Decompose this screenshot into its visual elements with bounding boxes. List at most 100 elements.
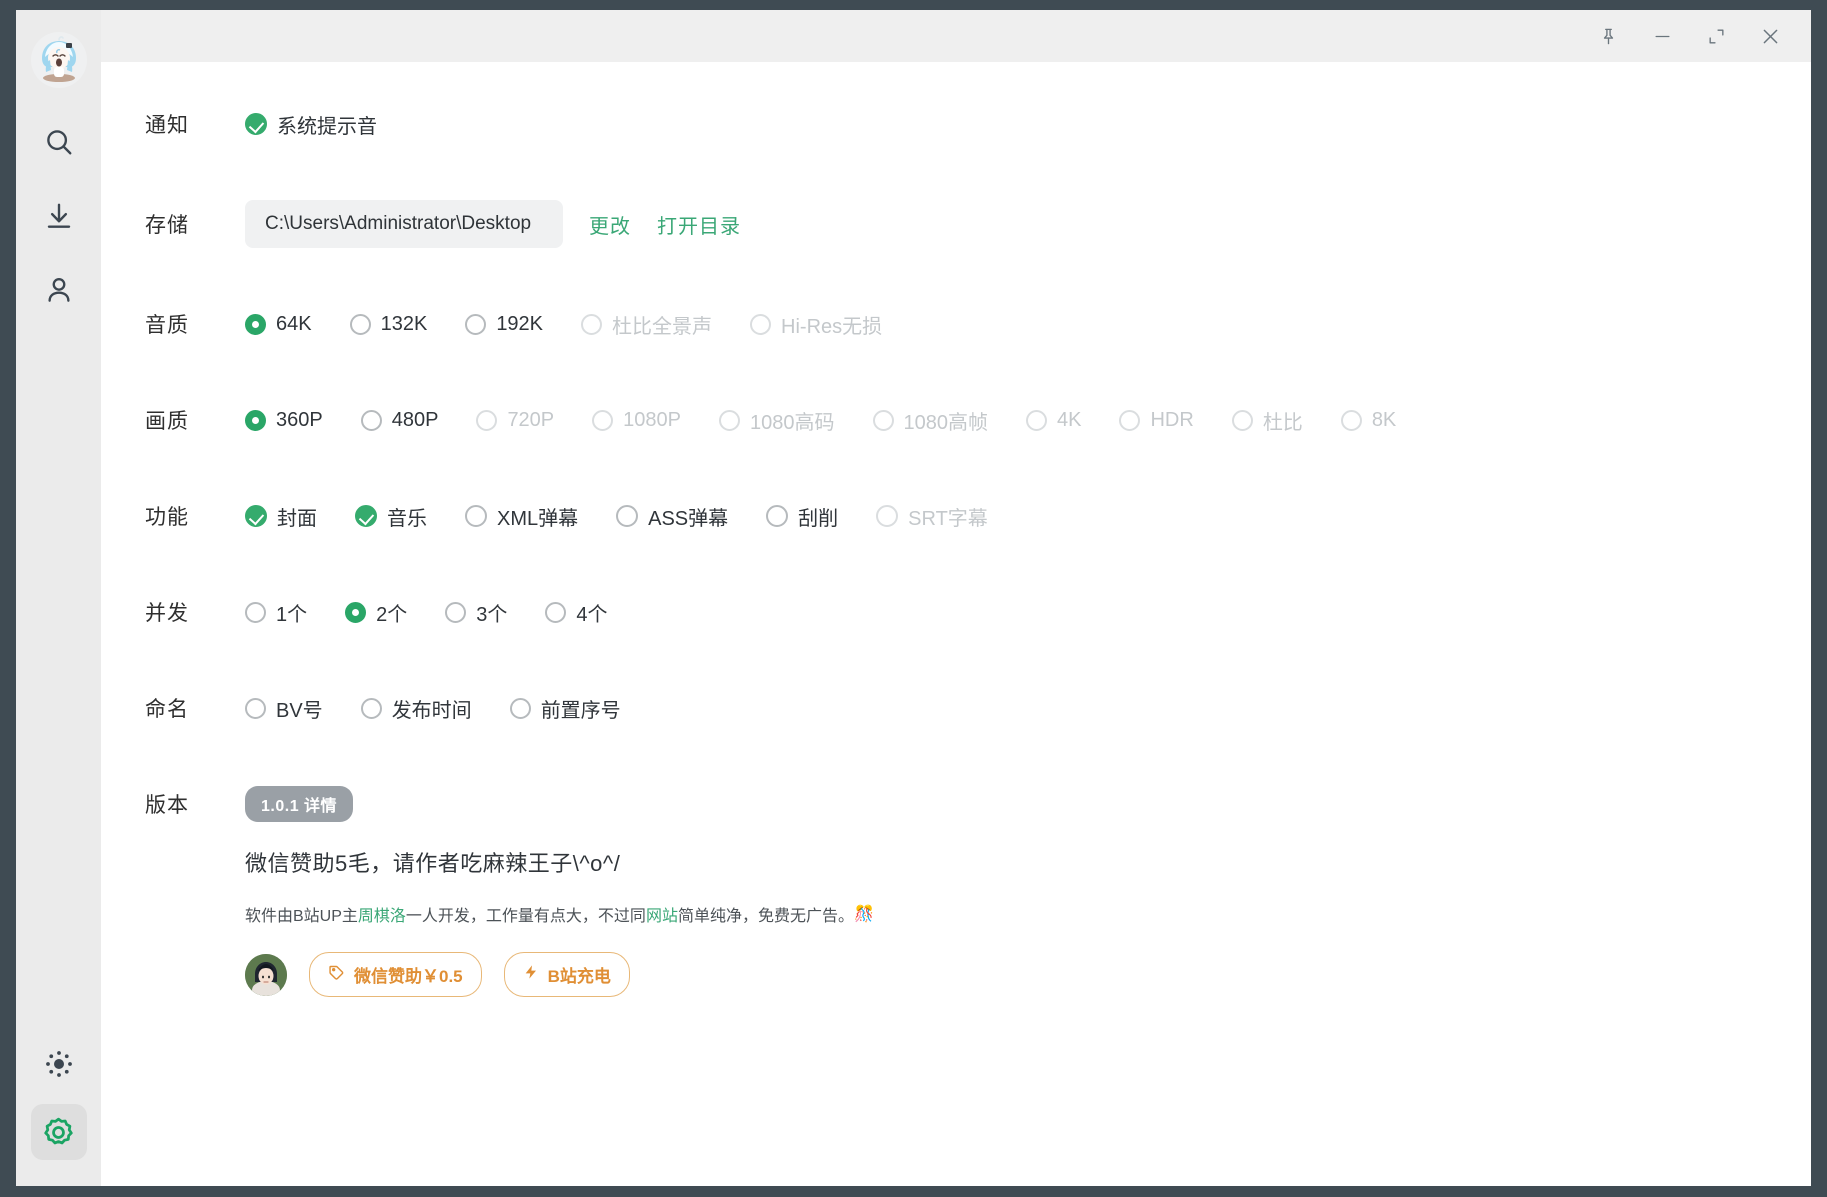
option-audio-3: 杜比全景声	[581, 310, 712, 339]
option-label: 1080高码	[750, 411, 835, 434]
option-video-1[interactable]: 480P	[360, 409, 438, 432]
radio-icon	[245, 409, 266, 431]
option-video-5: 1080高帧	[872, 406, 988, 435]
option-feature-2[interactable]: XML弹幕	[465, 502, 578, 531]
sidebar-item-download[interactable]	[31, 188, 87, 244]
bilibili-charge-button[interactable]: B站充电	[503, 952, 630, 997]
option-audio-1[interactable]: 132K	[349, 312, 428, 336]
option-feature-3[interactable]: ASS弹幕	[616, 502, 728, 531]
concurrency-options: 1个 2个 3个 4个	[245, 598, 646, 627]
option-video-0[interactable]: 360P	[245, 409, 323, 432]
storage-controls: C:\Users\Administrator\Desktop 更改 打开目录	[245, 200, 741, 248]
bilibili-charge-label: B站充电	[547, 967, 611, 986]
open-directory-button[interactable]: 打开目录	[657, 210, 741, 239]
option-label: 1080P	[623, 408, 681, 431]
maximize-button[interactable]	[1689, 16, 1743, 56]
sidebar-item-settings[interactable]	[30, 1104, 87, 1160]
radio-icon	[719, 409, 740, 431]
radio-icon	[360, 409, 382, 431]
sidebar-nav	[31, 114, 87, 318]
row-concurrency: 并发 1个 2个 3个 4个	[101, 592, 1811, 632]
row-audio-quality: 音质 64K 132K 192K 杜比全景声 Hi-Res无损	[101, 304, 1811, 344]
option-system-sound[interactable]: 系统提示音	[245, 110, 377, 139]
option-label: BV号	[276, 699, 323, 722]
option-label: ASS弹幕	[648, 507, 729, 530]
radio-icon	[1231, 409, 1253, 431]
app-window: 通知 系统提示音 存储 C:\Users\Administrator\Deskt…	[16, 10, 1811, 1186]
option-naming-1[interactable]: 发布时间	[360, 694, 472, 723]
option-label: 8K	[1371, 408, 1397, 431]
option-feature-5: SRT字幕	[876, 502, 988, 531]
option-feature-4[interactable]: 刮削	[766, 502, 838, 531]
radio-icon	[476, 409, 498, 431]
settings-content: 通知 系统提示音 存储 C:\Users\Administrator\Deskt…	[101, 62, 1811, 1186]
minimize-button[interactable]	[1635, 16, 1689, 56]
author-avatar[interactable]	[245, 953, 287, 996]
checkbox-icon	[245, 505, 267, 527]
sponsor-section: 微信赞助5毛，请作者吃麻辣王子\^o^/ 软件由B站UP主 周棋洛 一人开发，工…	[101, 846, 1811, 997]
radio-icon	[581, 313, 603, 335]
option-audio-4: Hi-Res无损	[750, 310, 882, 339]
option-concurrency-2[interactable]: 3个	[445, 598, 507, 627]
option-label: 132K	[380, 312, 428, 335]
sidebar-item-search[interactable]	[31, 114, 87, 170]
sidebar-item-user[interactable]	[31, 262, 87, 318]
row-label-audio-quality: 音质	[145, 314, 189, 337]
radio-icon	[509, 697, 531, 719]
option-label: 前置序号	[540, 699, 621, 722]
storage-path-field[interactable]: C:\Users\Administrator\Desktop	[245, 200, 563, 248]
version-badge[interactable]: 1.0.1 详情	[245, 786, 354, 822]
change-path-button[interactable]: 更改	[589, 210, 631, 239]
avatar[interactable]	[30, 32, 87, 88]
sidebar-item-theme[interactable]	[31, 1036, 87, 1092]
option-concurrency-1[interactable]: 2个	[345, 598, 407, 627]
option-video-6: 4K	[1026, 409, 1081, 432]
avatar-image	[41, 36, 76, 82]
radio-icon	[592, 409, 614, 431]
option-label: HDR	[1150, 408, 1194, 431]
option-label: Hi-Res无损	[781, 315, 883, 338]
radio-icon	[1119, 409, 1141, 431]
option-video-3: 1080P	[592, 409, 681, 432]
option-feature-1[interactable]: 音乐	[355, 502, 427, 531]
minimize-icon	[1653, 27, 1672, 46]
desc-text-2: 一人开发，工作量有点大，不过同	[405, 908, 646, 925]
row-label-concurrency: 并发	[145, 602, 189, 625]
option-label: 4K	[1057, 408, 1082, 431]
option-label: 杜比全景声	[612, 315, 713, 338]
option-feature-0[interactable]: 封面	[245, 502, 317, 531]
wechat-sponsor-button[interactable]: 微信赞助￥0.5	[309, 952, 482, 997]
checkbox-icon	[355, 505, 377, 527]
checkbox-icon	[616, 505, 639, 527]
row-notification: 通知 系统提示音	[101, 104, 1811, 144]
main-area: 通知 系统提示音 存储 C:\Users\Administrator\Deskt…	[101, 10, 1811, 1186]
option-naming-2[interactable]: 前置序号	[509, 694, 621, 723]
option-video-8: 杜比	[1231, 406, 1303, 435]
radio-icon	[445, 601, 467, 623]
notification-options: 系统提示音	[245, 110, 415, 139]
option-concurrency-0[interactable]: 1个	[245, 598, 307, 627]
radio-icon	[1340, 409, 1362, 431]
naming-options: BV号 发布时间 前置序号	[245, 694, 659, 723]
option-label: 3个	[476, 603, 508, 626]
option-concurrency-3[interactable]: 4个	[545, 598, 608, 627]
author-link[interactable]: 周棋洛	[358, 902, 406, 926]
checkbox-icon	[465, 505, 487, 527]
website-link[interactable]: 网站	[646, 902, 678, 926]
close-button[interactable]	[1743, 16, 1797, 56]
option-naming-0[interactable]: BV号	[245, 694, 323, 723]
sponsor-buttons: 微信赞助￥0.5 B站充电	[245, 952, 1811, 997]
sponsor-description: 软件由B站UP主 周棋洛 一人开发，工作量有点大，不过同 网站 简单纯净，免费无…	[245, 902, 1811, 926]
pin-icon	[1599, 27, 1618, 46]
pin-button[interactable]	[1581, 16, 1635, 56]
option-audio-0[interactable]: 64K	[245, 313, 312, 336]
option-audio-2[interactable]: 192K	[465, 313, 543, 336]
option-label: 4个	[576, 603, 608, 626]
row-naming: 命名 BV号 发布时间 前置序号	[101, 688, 1811, 728]
option-label: 2个	[376, 603, 408, 626]
row-label-video-quality: 画质	[145, 410, 189, 433]
radio-icon	[245, 697, 266, 719]
row-video-quality: 画质 360P 480P 720P 1080P 1080高码 1080高帧 4K HDR 杜比 8…	[101, 400, 1811, 440]
maximize-icon	[1707, 27, 1726, 46]
option-label: 封面	[277, 507, 317, 530]
